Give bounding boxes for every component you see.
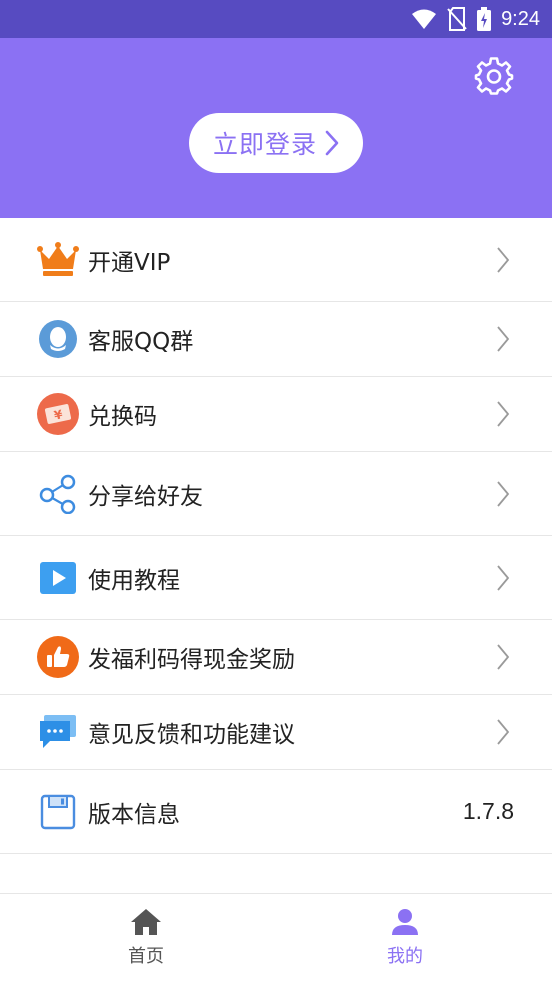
menu-item-welfare-code[interactable]: 发福利码得现金奖励 xyxy=(0,620,552,695)
menu-item-share[interactable]: 分享给好友 xyxy=(0,452,552,536)
status-icons: 9:24 xyxy=(411,0,540,38)
menu-item-tutorial[interactable]: 使用教程 xyxy=(0,536,552,620)
login-button[interactable]: 立即登录 xyxy=(189,113,363,173)
chevron-right-icon xyxy=(497,246,510,273)
tab-mine[interactable]: 我的 xyxy=(335,894,475,982)
crown-icon xyxy=(36,238,80,282)
chevron-right-icon xyxy=(497,644,510,670)
menu-item-feedback[interactable]: 意见反馈和功能建议 xyxy=(0,695,552,770)
menu-item-redeem-code[interactable]: ¥ 兑换码 xyxy=(0,377,552,452)
tab-mine-label: 我的 xyxy=(387,946,423,967)
thumbs-up-icon xyxy=(36,635,80,679)
version-number: 1.7.8 xyxy=(462,798,514,824)
menu-item-label: 兑换码 xyxy=(88,404,157,430)
menu-item-label: 版本信息 xyxy=(88,801,180,828)
login-button-label: 立即登录 xyxy=(212,130,317,159)
chevron-right-icon xyxy=(497,719,510,745)
chevron-right-icon xyxy=(497,564,510,591)
user-icon xyxy=(392,909,418,935)
qq-penguin-icon xyxy=(36,317,80,361)
chevron-right-icon xyxy=(497,401,510,427)
battery-charging-icon xyxy=(477,7,492,31)
play-icon xyxy=(36,556,80,600)
tab-home-label: 首页 xyxy=(128,946,164,967)
menu-item-version-info[interactable]: 版本信息 1.7.8 xyxy=(0,770,552,854)
no-sim-icon xyxy=(447,7,467,31)
menu-item-label: 客服QQ群 xyxy=(88,329,194,355)
status-time: 9:24 xyxy=(501,7,540,30)
menu-item-vip[interactable]: 开通VIP xyxy=(0,218,552,302)
status-bar: 9:24 xyxy=(0,0,552,38)
share-icon xyxy=(36,472,80,516)
menu-item-label: 分享给好友 xyxy=(88,483,203,510)
settings-gear-icon[interactable] xyxy=(474,56,514,96)
chevron-right-icon xyxy=(497,480,510,507)
profile-header: 立即登录 xyxy=(0,38,552,218)
menu-item-label: 意见反馈和功能建议 xyxy=(88,722,295,748)
menu-item-qq-group[interactable]: 客服QQ群 xyxy=(0,302,552,377)
chevron-right-icon xyxy=(325,130,339,156)
chat-bubble-icon xyxy=(36,710,80,754)
menu-item-label: 开通VIP xyxy=(88,249,171,276)
wifi-icon xyxy=(412,9,437,29)
bottom-nav: 首页 我的 xyxy=(0,893,552,981)
home-icon xyxy=(131,909,161,935)
chevron-right-icon xyxy=(497,326,510,352)
tab-home[interactable]: 首页 xyxy=(76,894,216,982)
menu-item-label: 发福利码得现金奖励 xyxy=(88,647,295,673)
menu-item-label: 使用教程 xyxy=(88,567,180,594)
ticket-icon: ¥ xyxy=(36,392,80,436)
floppy-disk-icon xyxy=(36,790,80,834)
menu-list: 开通VIP 客服QQ群 ¥ 兑换码 分享给好友 使用教程 发福利码得现金奖励 意… xyxy=(0,218,552,854)
